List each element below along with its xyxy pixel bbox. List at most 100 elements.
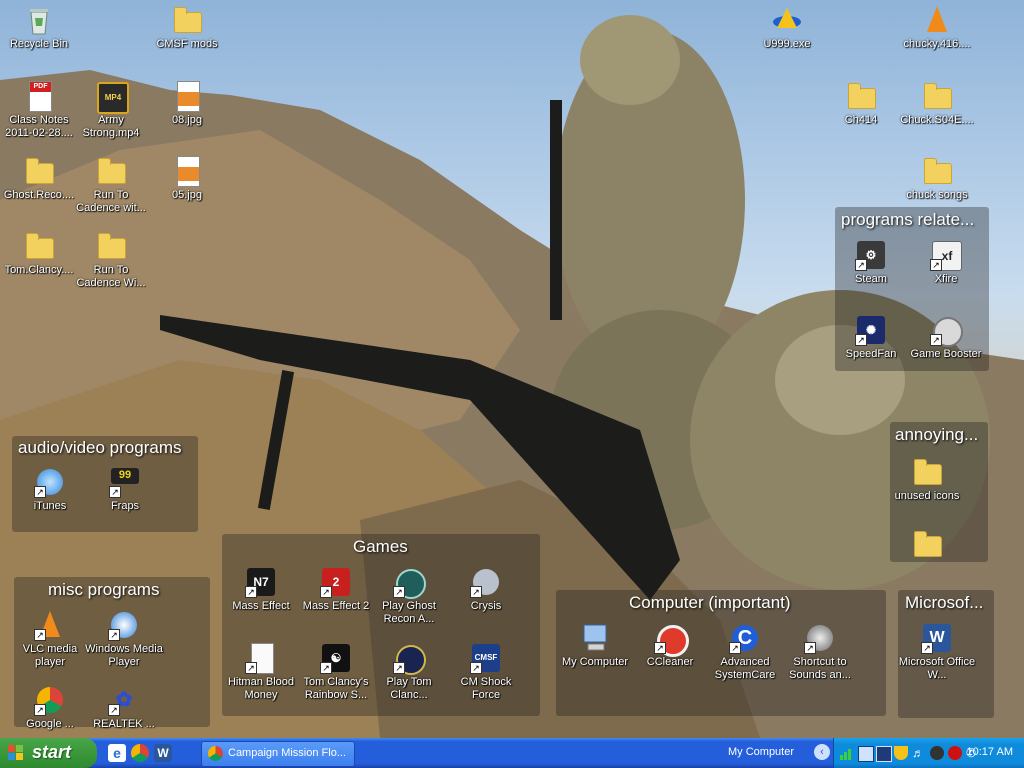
fence-title: programs relate... — [841, 210, 975, 229]
game-booster-shortcut[interactable]: ↗ Game Booster — [907, 314, 985, 361]
cmsf-shortcut[interactable]: CMSF ↗ CM Shock Force — [447, 642, 525, 702]
mass-effect-shortcut[interactable]: N7 ↗ Mass Effect — [222, 566, 300, 613]
image-08-jpg[interactable]: 08.jpg — [148, 80, 226, 127]
monitor-icon[interactable] — [876, 746, 892, 762]
ccleaner-shortcut[interactable]: ↗ CCleaner — [631, 622, 709, 669]
itunes-shortcut[interactable]: ↗ iTunes — [11, 466, 89, 513]
tom-clancy-game-shortcut[interactable]: ↗ Play Tom Clanc... — [370, 642, 448, 702]
task-label: Campaign Mission Flo... — [228, 747, 346, 759]
fence-computer-important[interactable]: Computer (important) My Computer ↗ CClea… — [556, 590, 886, 716]
speedfan-shortcut[interactable]: ✺ ↗ SpeedFan — [832, 314, 910, 361]
icon-label: Tom Clancy's Rainbow S... — [303, 676, 369, 701]
chuck-s04-folder[interactable]: Chuck.S04E.... — [898, 80, 976, 127]
ccleaner-icon: ↗ — [654, 622, 689, 657]
ghost-recon-folder[interactable]: Ghost.Reco.... — [0, 155, 78, 202]
windows-media-player-shortcut[interactable]: ↗ Windows Media Player — [85, 609, 163, 669]
mass-effect-icon: N7 ↗ — [245, 566, 277, 598]
game-booster-icon: ↗ — [930, 314, 963, 347]
run-cadence-folder-2[interactable]: Run To Cadence Wi... — [72, 230, 150, 290]
my-computer-shortcut[interactable]: My Computer — [556, 622, 634, 669]
antivirus-icon[interactable] — [948, 746, 962, 760]
vlc-shortcut[interactable]: ↗ VLC media player — [11, 609, 89, 669]
folder-icon — [911, 528, 943, 560]
partial-folder[interactable] — [888, 528, 966, 562]
icon-label: Play Ghost Recon A... — [382, 600, 436, 625]
steam-icon[interactable] — [930, 746, 944, 760]
fence-audio-video[interactable]: audio/video programs ↗ iTunes 99 ↗ Fraps — [12, 436, 198, 532]
mp4-icon: MP4 — [95, 80, 129, 114]
recycle-bin-desktop-icon[interactable]: Recycle Bin — [0, 4, 78, 51]
folder-icon — [921, 155, 953, 187]
icon-label: CM Shock Force — [460, 676, 512, 701]
icon-label: Shortcut to Sounds an... — [789, 656, 851, 681]
sounds-shortcut[interactable]: ↗ Shortcut to Sounds an... — [781, 622, 859, 682]
xfire-icon: xf ↗ — [930, 239, 962, 271]
fence-title: Computer (important) — [629, 593, 791, 612]
steam-shortcut[interactable]: ⚙ ↗ Steam — [832, 239, 910, 286]
icon-label: unused icons — [894, 490, 960, 502]
windows-media-player-icon: ↗ — [108, 609, 140, 641]
chucky-file[interactable]: chucky.416.... — [898, 4, 976, 51]
internet-explorer-icon[interactable]: e — [108, 744, 126, 762]
chuck-songs-folder[interactable]: chuck songs — [898, 155, 976, 202]
icon-label: Play Tom Clanc... — [386, 676, 432, 701]
folder-icon — [23, 230, 55, 262]
icon-label: chuck songs — [906, 189, 968, 201]
icon-label: Mass Effect — [232, 600, 290, 612]
icon-label: 08.jpg — [172, 114, 202, 126]
chrome-icon[interactable] — [131, 744, 149, 762]
icon-label: Ghost.Reco.... — [3, 189, 75, 201]
rainbow-six-shortcut[interactable]: ☯ ↗ Tom Clancy's Rainbow S... — [297, 642, 375, 702]
fence-annoying[interactable]: annoying... unused icons — [890, 422, 988, 562]
hitman-shortcut[interactable]: ↗ Hitman Blood Money — [222, 642, 300, 702]
image-05-jpg[interactable]: 05.jpg — [148, 155, 226, 202]
fence-programs-related[interactable]: programs relate... ⚙ ↗ Steam xf ↗ Xfire ✺ ↗… — [835, 207, 989, 371]
icon-label: Recycle Bin — [9, 38, 69, 50]
start-button[interactable]: start — [0, 738, 97, 768]
fraps-shortcut[interactable]: 99 ↗ Fraps — [86, 466, 164, 513]
word-icon[interactable]: W — [154, 744, 172, 762]
unused-icons-folder[interactable]: unused icons — [888, 456, 966, 503]
xfire-shortcut[interactable]: xf ↗ Xfire — [907, 239, 985, 286]
fence-microsoft[interactable]: Microsof... W ↗ Microsoft Office W... — [898, 590, 994, 718]
cmsf-mods-folder[interactable]: CMSF mods — [148, 4, 226, 51]
icon-label: Crysis — [470, 600, 502, 612]
fence-title: Microsof... — [905, 593, 984, 612]
my-computer-toolbar[interactable]: My Computer — [728, 746, 794, 758]
mass-effect-2-shortcut[interactable]: 2 ↗ Mass Effect 2 — [297, 566, 375, 613]
fence-games[interactable]: Games N7 ↗ Mass Effect 2 ↗ Mass Effect 2 ↗… — [222, 534, 540, 716]
tray-expand-icon[interactable]: ‹ — [814, 744, 830, 760]
army-strong-video[interactable]: MP4 Army Strong.mp4 — [72, 80, 150, 140]
folder-icon — [23, 155, 55, 187]
clock[interactable]: 10:17 AM — [967, 746, 1013, 758]
icon-label: Class Notes 2011-02-28.... — [5, 114, 73, 139]
advanced-systemcare-shortcut[interactable]: C ↗ Advanced SystemCare — [706, 622, 784, 682]
folder-icon — [845, 80, 877, 112]
ch414-folder[interactable]: Ch414 — [822, 80, 900, 127]
icon-label: Tom.Clancy.... — [4, 264, 74, 276]
image-file-icon — [171, 80, 203, 112]
icon-label: Chuck.S04E.... — [900, 114, 974, 126]
tom-clancy-folder[interactable]: Tom.Clancy.... — [0, 230, 78, 277]
volume-icon[interactable]: ♬ — [912, 746, 926, 760]
taskbar-task-campaign[interactable]: Campaign Mission Flo... — [201, 741, 355, 767]
word-shortcut[interactable]: W ↗ Microsoft Office W... — [898, 622, 976, 682]
ghost-recon-shortcut[interactable]: ↗ Play Ghost Recon A... — [370, 566, 448, 626]
realtek-shortcut[interactable]: ✿ ↗ REALTEK ... — [85, 684, 163, 731]
shield-icon[interactable] — [894, 746, 908, 760]
fence-misc-programs[interactable]: misc programs ↗ VLC media player ↗ Windo… — [11, 577, 210, 730]
steam-icon: ⚙ ↗ — [855, 239, 887, 271]
network-icon[interactable] — [858, 746, 874, 762]
google-chrome-shortcut[interactable]: ↗ Google ... — [11, 684, 89, 731]
u999-exe[interactable]: U999.exe — [748, 4, 826, 51]
class-notes-pdf[interactable]: PDF Class Notes 2011-02-28.... — [0, 80, 78, 140]
recycle-bin-icon — [23, 4, 55, 36]
desktop[interactable]: Recycle Bin CMSF mods U999.exe chucky.41… — [0, 0, 1024, 738]
network-signal-icon[interactable] — [840, 746, 854, 760]
icon-label: Steam — [855, 273, 887, 285]
run-cadence-folder-1[interactable]: Run To Cadence wit... — [72, 155, 150, 215]
icon-label: Advanced SystemCare — [714, 656, 776, 681]
pdf-icon: PDF — [23, 80, 55, 112]
taskbar: start e W Campaign Mission Flo... My Com… — [0, 738, 1024, 768]
crysis-shortcut[interactable]: ↗ Crysis — [447, 566, 525, 613]
